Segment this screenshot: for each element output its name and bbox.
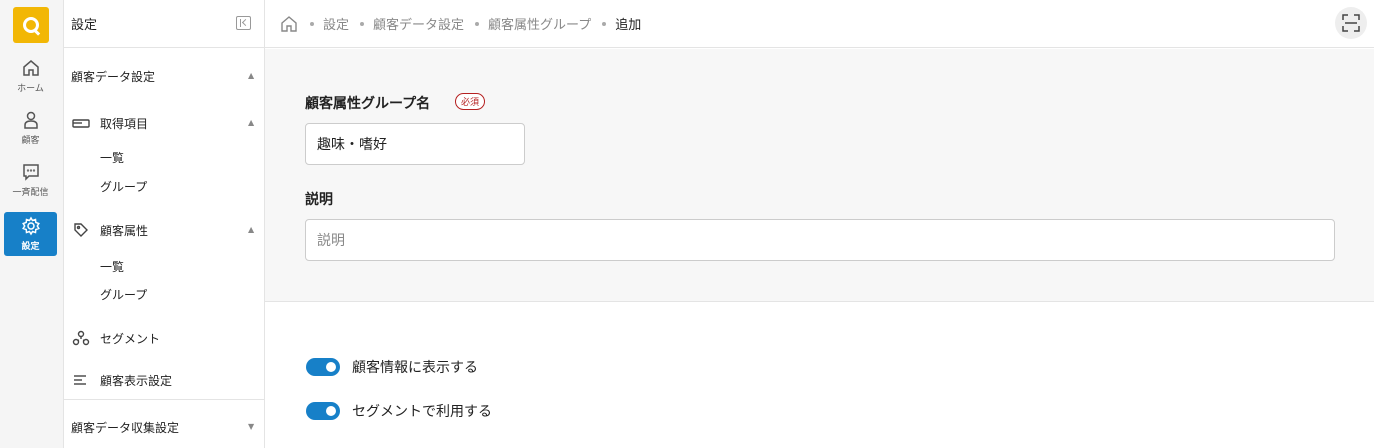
sidebar-item-label: セグメント — [100, 331, 161, 346]
rail-label-customers: 顧客 — [21, 136, 40, 146]
fullscreen-icon — [1342, 14, 1360, 32]
rail-label-settings: 設定 — [21, 242, 40, 252]
chevron-up-icon: ▲ — [248, 71, 255, 80]
home-icon[interactable] — [279, 14, 299, 34]
breadcrumb-settings[interactable]: 設定 — [323, 14, 349, 33]
chevron-up-icon: ▲ — [248, 118, 255, 127]
breadcrumb-customer-data-settings[interactable]: 顧客データ設定 — [373, 14, 464, 33]
sidebar-item-customer-attributes[interactable]: 顧客属性 ▲ — [64, 220, 264, 240]
breadcrumb-separator — [475, 21, 480, 26]
form-panel: 顧客属性グループ名 必須 趣味・嗜好 説明 説明 — [265, 49, 1374, 302]
collapse-sidebar-icon[interactable] — [236, 16, 251, 30]
required-badge: 必須 — [455, 93, 486, 110]
breadcrumb: 設定 顧客データ設定 顧客属性グループ 追加 — [265, 0, 1374, 48]
tag-icon — [74, 223, 88, 237]
sidebar-subitem-attributes-group[interactable]: グループ — [100, 286, 147, 303]
section-label: 顧客データ設定 — [71, 70, 156, 84]
person-icon — [23, 111, 38, 129]
sidebar-subitem-attributes-list[interactable]: 一覧 — [100, 258, 124, 275]
breadcrumb-separator — [310, 21, 314, 26]
sidebar-item-segment[interactable]: セグメント — [64, 328, 264, 348]
sidebar-item-label: 顧客属性 — [100, 223, 149, 238]
sidebar-divider — [64, 399, 264, 400]
breadcrumb-separator — [602, 21, 607, 26]
rail-label-broadcast: 一斉配信 — [12, 188, 49, 198]
group-name-input[interactable]: 趣味・嗜好 — [305, 123, 525, 165]
rail-item-customers[interactable]: 顧客 — [4, 106, 57, 150]
use-in-segment-toggle[interactable] — [306, 402, 340, 420]
show-in-customer-info-toggle[interactable] — [306, 358, 340, 376]
app-rail: ホーム 顧客 一斉配信 設定 — [0, 0, 64, 448]
breadcrumb-separator — [360, 21, 365, 26]
fullscreen-button[interactable] — [1335, 7, 1367, 39]
sidebar-subitem-fields-group[interactable]: グループ — [100, 178, 147, 195]
description-input[interactable]: 説明 — [305, 219, 1335, 261]
breadcrumb-current: 追加 — [615, 18, 642, 33]
app-logo[interactable] — [13, 7, 49, 43]
chevron-up-icon: ▲ — [248, 225, 255, 234]
sidebar-item-display-settings[interactable]: 顧客表示設定 — [64, 370, 264, 390]
logo-q-icon — [23, 17, 39, 33]
sidebar-item-acquired-fields[interactable]: 取得項目 ▲ — [64, 113, 264, 133]
group-name-label: 顧客属性グループ名 — [305, 96, 431, 112]
gear-icon — [21, 216, 40, 236]
segment-icon — [72, 330, 90, 346]
list-icon — [74, 375, 86, 385]
section-label: 顧客データ収集設定 — [71, 421, 180, 435]
toggle-row-use-in-segment: セグメントで利用する — [306, 401, 492, 421]
rail-label-home: ホーム — [17, 84, 44, 94]
chevron-down-icon: ▼ — [248, 422, 255, 431]
sidebar-subitem-fields-list[interactable]: 一覧 — [100, 149, 124, 166]
rail-item-home[interactable]: ホーム — [4, 54, 57, 98]
chat-icon — [22, 164, 39, 181]
settings-sidebar: 設定 顧客データ設定 ▲ 取得項目 ▲ 一覧 グループ 顧客属性 ▲ 一覧 グル… — [64, 0, 265, 448]
rail-item-broadcast[interactable]: 一斉配信 — [4, 158, 57, 202]
card-icon — [72, 119, 90, 128]
breadcrumb-attribute-group[interactable]: 顧客属性グループ — [488, 14, 591, 33]
sidebar-title: 設定 — [71, 18, 98, 33]
sidebar-item-label: 顧客表示設定 — [100, 373, 173, 388]
toggle-label: 顧客情報に表示する — [352, 360, 478, 376]
description-label: 説明 — [305, 192, 333, 208]
toggle-label: セグメントで利用する — [352, 404, 492, 420]
rail-item-settings[interactable]: 設定 — [4, 212, 57, 256]
sidebar-item-label: 取得項目 — [100, 116, 149, 131]
sidebar-header: 設定 — [64, 0, 264, 48]
toggle-row-show-customer-info: 顧客情報に表示する — [306, 357, 478, 377]
home-icon — [22, 60, 39, 76]
